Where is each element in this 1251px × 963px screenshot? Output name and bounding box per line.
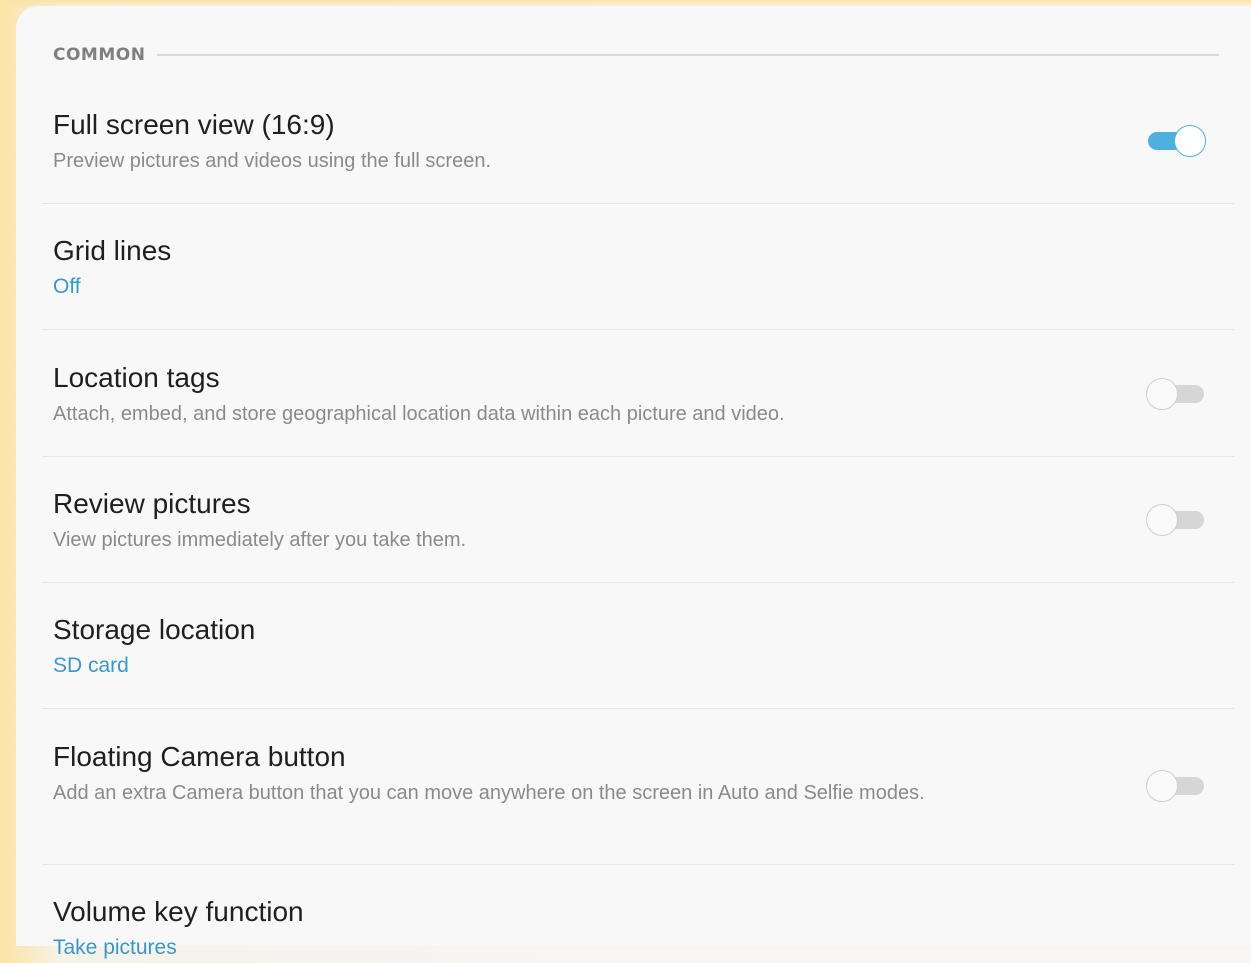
toggle-thumb <box>1146 770 1178 802</box>
setting-title: Grid lines <box>53 235 172 266</box>
toggle-thumb <box>1146 504 1178 536</box>
setting-title: Full screen view (16:9) <box>53 109 335 140</box>
floating-camera-button-toggle[interactable] <box>1146 769 1206 803</box>
section-divider-line <box>157 54 1219 56</box>
setting-title: Review pictures <box>53 488 251 519</box>
row-divider <box>42 582 1234 583</box>
toggle-thumb <box>1174 125 1206 157</box>
setting-description: Attach, embed, and store geographical lo… <box>53 403 785 425</box>
setting-title: Storage location <box>53 614 256 645</box>
setting-grid-lines[interactable]: Grid lines Off <box>53 234 1219 302</box>
setting-storage-location[interactable]: Storage location SD card <box>53 613 1219 681</box>
location-tags-toggle[interactable] <box>1146 377 1206 411</box>
row-divider <box>42 708 1234 709</box>
row-divider <box>42 329 1234 330</box>
setting-description: Add an extra Camera button that you can … <box>53 782 925 804</box>
setting-floating-camera-button[interactable]: Floating Camera button Add an extra Came… <box>53 740 1219 808</box>
setting-value: SD card <box>53 654 129 677</box>
setting-location-tags[interactable]: Location tags Attach, embed, and store g… <box>53 361 1219 429</box>
setting-review-pictures[interactable]: Review pictures View pictures immediatel… <box>53 487 1219 555</box>
section-header-common: COMMON <box>53 42 1219 68</box>
setting-volume-key-function[interactable]: Volume key function Take pictures <box>53 895 1219 963</box>
setting-title: Floating Camera button <box>53 741 346 772</box>
toggle-thumb <box>1146 378 1178 410</box>
row-divider <box>42 864 1234 865</box>
row-divider <box>42 203 1234 204</box>
setting-value: Take pictures <box>53 936 177 959</box>
full-screen-view-toggle[interactable] <box>1146 124 1206 158</box>
setting-title: Location tags <box>53 362 220 393</box>
setting-description: View pictures immediately after you take… <box>53 529 467 551</box>
setting-value: Off <box>53 275 81 298</box>
review-pictures-toggle[interactable] <box>1146 503 1206 537</box>
section-title: COMMON <box>53 45 146 65</box>
setting-title: Volume key function <box>53 896 304 927</box>
setting-full-screen-view[interactable]: Full screen view (16:9) Preview pictures… <box>53 108 1219 176</box>
setting-description: Preview pictures and videos using the fu… <box>53 150 492 172</box>
camera-settings-panel: COMMON Full screen view (16:9) Preview p… <box>16 6 1251 959</box>
row-divider <box>42 456 1234 457</box>
